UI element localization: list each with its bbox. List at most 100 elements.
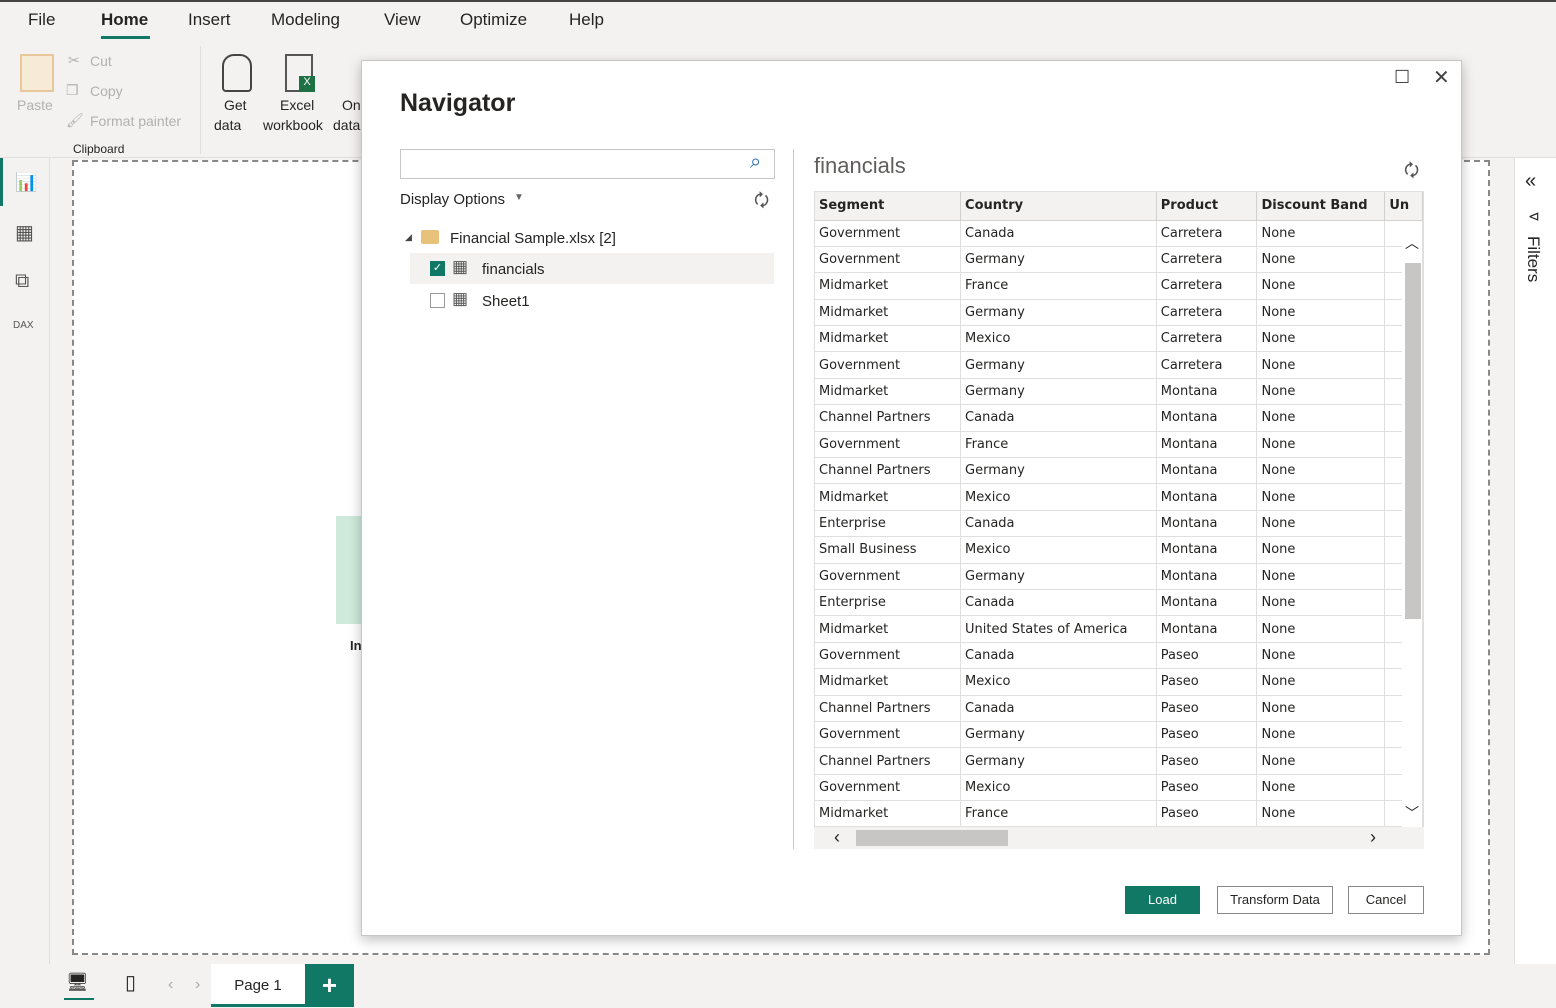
add-page-button[interactable]: + [305,964,354,1007]
table-cell: Mexico [960,325,1157,353]
table-cell: Government [815,774,962,802]
filters-label[interactable]: Filters [1523,236,1543,282]
layout-indicator [64,998,94,1000]
sheet1-checkbox[interactable] [430,293,445,308]
expand-triangle-icon[interactable]: ◢ [405,232,412,243]
table-row: Midmarket Germany Montana None [815,378,1423,406]
table-cell: Montana [1156,563,1258,590]
table-cell: None [1256,589,1386,617]
column-header[interactable]: Segment [815,192,962,221]
column-header[interactable]: Discount Band [1256,192,1386,221]
table-cell: None [1256,431,1386,459]
table-row: Midmarket Mexico Carretera None [815,325,1423,353]
table-cell: None [1256,721,1386,749]
menu-file[interactable]: File [28,10,55,30]
menu-view[interactable]: View [384,10,421,30]
onelake-label[interactable]: On [342,97,361,113]
table-row: Government Germany Carretera None [815,246,1423,274]
cancel-button[interactable]: Cancel [1348,886,1424,914]
excel-workbook-button[interactable]: workbook [263,117,323,133]
search-input[interactable] [400,149,775,179]
prev-page-icon[interactable]: ‹ [168,976,173,994]
table-cell: None [1256,642,1386,670]
refresh-icon[interactable]: 🗘 [754,188,769,217]
next-page-icon[interactable]: › [195,976,200,994]
table-cell: Canada [960,220,1157,247]
table-cell: Paseo [1156,721,1258,749]
financials-checkbox[interactable]: ✓ [430,261,445,276]
paste-button[interactable]: Paste [17,97,53,113]
table-row: Channel Partners Canada Paseo None [815,695,1423,722]
format-painter-button[interactable]: Format painter [90,113,181,129]
horizontal-scrollbar[interactable]: ‹ › [814,827,1424,849]
excel-label[interactable]: Excel [280,97,314,113]
display-options-dropdown[interactable]: Display Options [400,191,505,208]
get-data-label-1[interactable]: Get [224,97,247,113]
column-header[interactable]: Country [960,192,1157,221]
folder-icon [421,230,439,244]
maximize-icon[interactable]: ☐ [1394,67,1410,88]
cut-button[interactable]: Cut [90,53,112,69]
table-row: Government Germany Carretera None [815,351,1423,379]
collapse-filters-icon[interactable]: « [1525,170,1536,193]
table-cell: Paseo [1156,695,1258,722]
scroll-up-icon[interactable]: ︿ [1405,233,1419,253]
table-row: Channel Partners Canada Montana None [815,404,1423,432]
table-cell: Germany [960,378,1157,406]
tree-item-label: Sheet1 [482,293,530,310]
search-icon[interactable]: ⌕ [750,151,761,174]
menu-help[interactable]: Help [569,10,604,30]
table-row: Government Germany Montana None [815,563,1423,590]
column-header[interactable]: Product [1156,192,1258,221]
column-header[interactable]: Un [1384,192,1423,221]
horizontal-scroll-thumb[interactable] [856,830,1008,846]
table-cell: Channel Partners [815,457,962,485]
table-cell: Channel Partners [815,695,962,722]
onelake-button[interactable]: data [333,117,360,133]
close-icon[interactable]: ✕ [1433,65,1450,90]
model-view-icon[interactable]: ⧉ [15,270,29,293]
table-view-icon[interactable]: ▦ [15,220,34,245]
table-cell: None [1256,272,1386,300]
table-cell: None [1256,800,1386,828]
table-row: Small Business Mexico Montana None [815,536,1423,564]
table-cell: None [1256,615,1386,643]
table-cell: Government [815,563,962,590]
table-cell: None [1256,246,1386,274]
table-row: Channel Partners Germany Montana None [815,457,1423,485]
table-cell: None [1256,563,1386,590]
table-cell: Paseo [1156,800,1258,828]
tree-item-label: financials [482,261,545,278]
table-cell: Government [815,721,962,749]
table-row: Channel Partners Germany Paseo None [815,747,1423,775]
menu-insert[interactable]: Insert [188,10,231,30]
table-cell: Canada [960,510,1157,538]
scroll-left-icon[interactable]: ‹ [834,827,840,848]
menu-optimize[interactable]: Optimize [460,10,527,30]
table-cell: Government [815,642,962,670]
get-data-button[interactable]: data [214,117,241,133]
table-cell: None [1256,668,1386,696]
report-view-icon[interactable]: 📊 [15,172,37,193]
vertical-scrollbar[interactable]: ︿ ﹀ [1402,231,1422,829]
copy-button[interactable]: Copy [90,83,123,99]
table-cell: Midmarket [815,325,962,353]
scroll-down-icon[interactable]: ﹀ [1405,803,1419,823]
chevron-down-icon[interactable]: ▼ [514,192,524,203]
page-tab-page-1[interactable]: Page 1 [211,964,305,1007]
preview-refresh-icon[interactable]: 🗘 [1404,158,1419,187]
transform-data-button[interactable]: Transform Data [1217,886,1333,914]
table-cell: None [1256,695,1386,722]
dax-query-view-icon[interactable]: DAX [13,320,34,331]
vertical-scroll-thumb[interactable] [1405,263,1421,619]
menu-modeling[interactable]: Modeling [271,10,340,30]
desktop-layout-icon[interactable]: 🖥 [66,972,89,993]
database-icon [222,54,252,92]
mobile-layout-icon[interactable]: ▯ [125,970,136,995]
table-cell: None [1256,457,1386,485]
menu-home[interactable]: Home [101,10,148,30]
load-button[interactable]: Load [1125,886,1200,914]
table-cell: France [960,431,1157,459]
scroll-right-icon[interactable]: › [1370,827,1376,848]
tree-file-label: Financial Sample.xlsx [2] [450,230,616,247]
